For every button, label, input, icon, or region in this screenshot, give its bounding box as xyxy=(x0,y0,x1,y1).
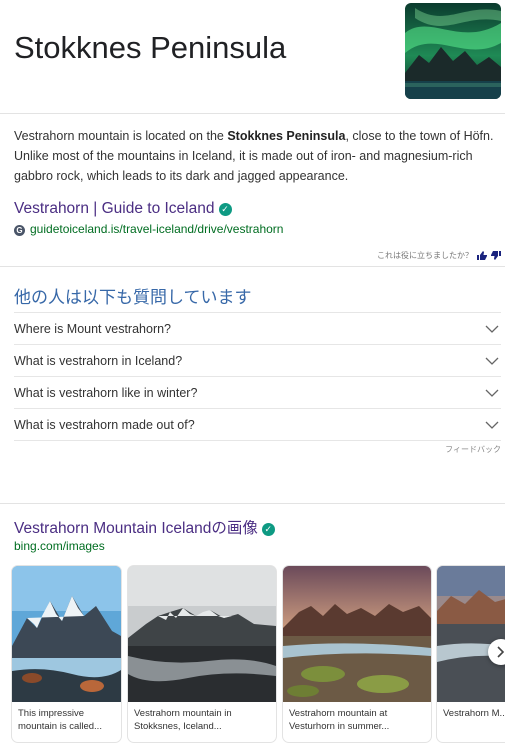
image-caption: This impressive mountain is called... xyxy=(18,708,102,732)
description-text: Vestrahorn mountain is located on the St… xyxy=(14,129,494,183)
image-card[interactable]: Vestrahorn mountain in Stokksnes, Icelan… xyxy=(128,566,276,742)
image-caption: Vestrahorn mountain in Stokksnes, Icelan… xyxy=(134,708,232,732)
chevron-down-icon xyxy=(485,389,499,397)
image-caption: Vestrahorn M... xyxy=(443,708,505,719)
source-title-link[interactable]: Vestrahorn | Guide to Iceland ✓ xyxy=(14,200,232,218)
source-url-text: guidetoiceland.is/travel-iceland/drive/v… xyxy=(30,222,284,236)
divider xyxy=(0,113,505,114)
chevron-right-icon xyxy=(497,646,505,658)
mountain-photo-image xyxy=(12,566,121,702)
paa-question[interactable]: Where is Mount vestrahorn? xyxy=(14,312,501,344)
feedback-link[interactable]: フィードバック xyxy=(445,444,501,455)
helpful-feedback: これは役に立ちましたか？ xyxy=(377,250,501,261)
chevron-down-icon xyxy=(485,421,499,429)
mountain-photo-image xyxy=(437,566,505,702)
chevron-down-icon xyxy=(485,325,499,333)
image-caption: Vestrahorn mountain at Vesturhorn in sum… xyxy=(289,708,390,732)
source-url[interactable]: Gguidetoiceland.is/travel-iceland/drive/… xyxy=(14,222,283,236)
verified-check-icon: ✓ xyxy=(261,523,275,536)
images-source-link[interactable]: bing.com/images xyxy=(14,539,105,553)
paa-question[interactable]: What is vestrahorn made out of? xyxy=(14,408,501,441)
thumbs-down-icon[interactable] xyxy=(491,251,501,260)
images-title-link[interactable]: Vestrahorn Mountain Icelandの画像 ✓ xyxy=(14,516,275,538)
description-bold: Stokknes Peninsula xyxy=(227,129,346,143)
divider xyxy=(0,266,505,267)
image-card[interactable]: This impressive mountain is called... xyxy=(12,566,121,742)
chevron-down-icon xyxy=(485,357,499,365)
paa-list: Where is Mount vestrahorn? What is vestr… xyxy=(14,312,501,441)
helpful-question: これは役に立ちましたか？ xyxy=(377,251,473,260)
mountain-photo-image xyxy=(128,566,276,702)
divider xyxy=(0,503,505,504)
site-favicon-icon: G xyxy=(14,225,25,236)
paa-heading: 他の人は以下も質問しています xyxy=(14,288,252,307)
hero-image-aurora[interactable] xyxy=(405,3,501,99)
aurora-image xyxy=(405,3,501,99)
verified-check-icon: ✓ xyxy=(218,203,232,216)
thumbs-up-icon[interactable] xyxy=(477,251,487,260)
paa-question[interactable]: What is vestrahorn in Iceland? xyxy=(14,344,501,376)
mountain-photo-image xyxy=(283,566,431,702)
page-title: Stokknes Peninsula xyxy=(14,30,287,65)
image-card[interactable]: Vestrahorn mountain at Vesturhorn in sum… xyxy=(283,566,431,742)
paa-question[interactable]: What is vestrahorn like in winter? xyxy=(14,376,501,408)
